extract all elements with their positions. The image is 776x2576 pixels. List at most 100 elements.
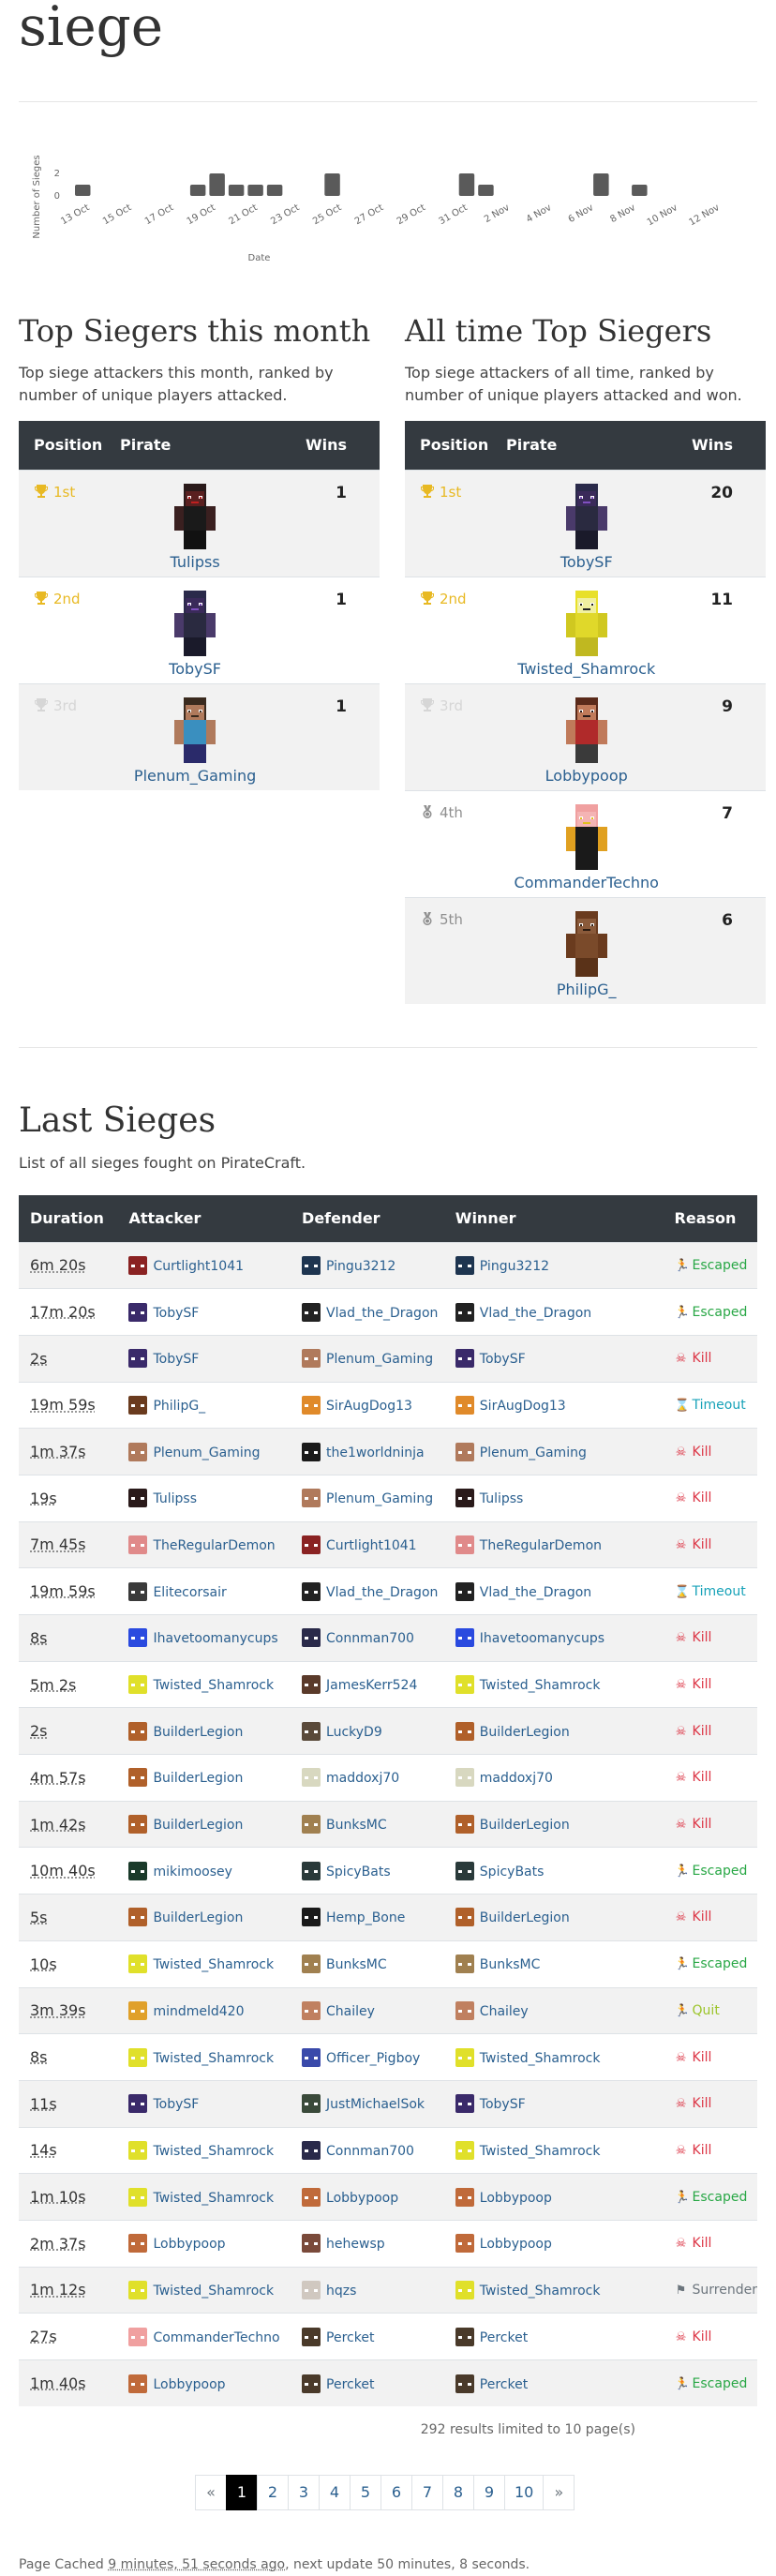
winner-link[interactable]: Twisted_Shamrock: [480, 2284, 601, 2299]
duration[interactable]: 19s: [30, 1490, 57, 1507]
duration[interactable]: 6m 20s: [30, 1256, 86, 1274]
duration[interactable]: 8s: [30, 1629, 48, 1647]
defender-link[interactable]: Hemp_Bone: [326, 1910, 405, 1925]
attacker-link[interactable]: BuilderLegion: [153, 1771, 243, 1786]
duration[interactable]: 2m 37s: [30, 2235, 86, 2253]
attacker-link[interactable]: CommanderTechno: [153, 2330, 279, 2345]
duration[interactable]: 14s: [30, 2141, 57, 2159]
duration[interactable]: 11s: [30, 2095, 57, 2113]
defender-link[interactable]: JamesKerr524: [326, 1678, 417, 1693]
pirate-link[interactable]: CommanderTechno: [515, 874, 659, 891]
attacker-link[interactable]: Plenum_Gaming: [153, 1445, 260, 1460]
defender-link[interactable]: BunksMC: [326, 1957, 387, 1972]
attacker-link[interactable]: mikimoosey: [153, 1865, 232, 1880]
defender-link[interactable]: Plenum_Gaming: [326, 1491, 433, 1506]
duration[interactable]: 19m 59s: [30, 1582, 96, 1600]
defender-link[interactable]: the1worldninja: [326, 1445, 425, 1460]
duration[interactable]: 1m 42s: [30, 1816, 86, 1834]
defender-link[interactable]: Vlad_the_Dragon: [326, 1306, 438, 1321]
pirate-link[interactable]: Twisted_Shamrock: [517, 660, 655, 678]
winner-link[interactable]: Vlad_the_Dragon: [480, 1585, 591, 1600]
winner-link[interactable]: Ihavetoomanycups: [480, 1631, 604, 1646]
defender-link[interactable]: Curtlight1041: [326, 1538, 417, 1553]
pirate-link[interactable]: PhilipG_: [557, 981, 617, 998]
pagination-page[interactable]: 8: [442, 2475, 474, 2510]
attacker-link[interactable]: Ihavetoomanycups: [153, 1631, 277, 1646]
defender-link[interactable]: JustMichaelSok: [326, 2097, 425, 2112]
attacker-link[interactable]: mindmeld420: [153, 2004, 244, 2019]
duration[interactable]: 5s: [30, 1909, 48, 1926]
attacker-link[interactable]: BuilderLegion: [153, 1910, 243, 1925]
attacker-link[interactable]: Lobbypoop: [153, 2377, 225, 2392]
defender-link[interactable]: BunksMC: [326, 1818, 387, 1833]
defender-link[interactable]: Officer_Pigboy: [326, 2051, 420, 2066]
pagination-prev[interactable]: «: [195, 2475, 227, 2510]
defender-link[interactable]: hqzs: [326, 2284, 356, 2299]
defender-link[interactable]: hehewsp: [326, 2237, 385, 2252]
pagination-page[interactable]: 7: [411, 2475, 443, 2510]
attacker-link[interactable]: BuilderLegion: [153, 1725, 243, 1740]
winner-link[interactable]: TheRegularDemon: [480, 1538, 602, 1553]
defender-link[interactable]: Plenum_Gaming: [326, 1352, 433, 1367]
duration[interactable]: 1m 37s: [30, 1443, 86, 1460]
winner-link[interactable]: BuilderLegion: [480, 1818, 570, 1833]
defender-link[interactable]: maddoxj70: [326, 1771, 399, 1786]
duration[interactable]: 3m 39s: [30, 2001, 86, 2019]
duration[interactable]: 10s: [30, 1955, 57, 1973]
duration[interactable]: 1m 12s: [30, 2281, 86, 2299]
duration[interactable]: 10m 40s: [30, 1862, 96, 1880]
duration[interactable]: 2s: [30, 1350, 48, 1368]
winner-link[interactable]: Lobbypoop: [480, 2191, 552, 2206]
duration[interactable]: 4m 57s: [30, 1769, 86, 1787]
defender-link[interactable]: Percket: [326, 2377, 374, 2392]
pagination-page[interactable]: 4: [319, 2475, 351, 2510]
attacker-link[interactable]: Twisted_Shamrock: [153, 2144, 274, 2159]
winner-link[interactable]: Pingu3212: [480, 1259, 549, 1274]
duration[interactable]: 27s: [30, 2328, 57, 2345]
pagination-page[interactable]: 5: [350, 2475, 381, 2510]
pirate-link[interactable]: Tulipss: [170, 553, 219, 571]
winner-link[interactable]: Percket: [480, 2330, 528, 2345]
winner-link[interactable]: BuilderLegion: [480, 1725, 570, 1740]
defender-link[interactable]: SpicyBats: [326, 1865, 391, 1880]
winner-link[interactable]: Twisted_Shamrock: [480, 2051, 601, 2066]
attacker-link[interactable]: Twisted_Shamrock: [153, 1678, 274, 1693]
pagination-page[interactable]: 10: [504, 2475, 545, 2510]
winner-link[interactable]: Tulipss: [480, 1491, 524, 1506]
attacker-link[interactable]: TobySF: [153, 2097, 199, 2112]
winner-link[interactable]: BuilderLegion: [480, 1910, 570, 1925]
winner-link[interactable]: Plenum_Gaming: [480, 1445, 587, 1460]
attacker-link[interactable]: Elitecorsair: [153, 1585, 226, 1600]
pagination-page[interactable]: 6: [381, 2475, 412, 2510]
attacker-link[interactable]: TobySF: [153, 1306, 199, 1321]
defender-link[interactable]: LuckyD9: [326, 1725, 382, 1740]
winner-link[interactable]: TobySF: [480, 2097, 526, 2112]
attacker-link[interactable]: Twisted_Shamrock: [153, 2191, 274, 2206]
attacker-link[interactable]: Lobbypoop: [153, 2237, 225, 2252]
winner-link[interactable]: SirAugDog13: [480, 1399, 566, 1414]
defender-link[interactable]: Chailey: [326, 2004, 375, 2019]
duration[interactable]: 1m 10s: [30, 2188, 86, 2206]
pagination-page[interactable]: 9: [473, 2475, 505, 2510]
attacker-link[interactable]: TobySF: [153, 1352, 199, 1367]
winner-link[interactable]: BunksMC: [480, 1957, 541, 1972]
winner-link[interactable]: Twisted_Shamrock: [480, 1678, 601, 1693]
winner-link[interactable]: Percket: [480, 2377, 528, 2392]
winner-link[interactable]: maddoxj70: [480, 1771, 553, 1786]
pagination-page[interactable]: 3: [288, 2475, 320, 2510]
duration[interactable]: 5m 2s: [30, 1676, 76, 1694]
winner-link[interactable]: Vlad_the_Dragon: [480, 1306, 591, 1321]
attacker-link[interactable]: Twisted_Shamrock: [153, 1957, 274, 1972]
pirate-link[interactable]: TobySF: [560, 553, 613, 571]
attacker-link[interactable]: TheRegularDemon: [153, 1538, 275, 1553]
pirate-link[interactable]: TobySF: [169, 660, 221, 678]
attacker-link[interactable]: BuilderLegion: [153, 1818, 243, 1833]
duration[interactable]: 8s: [30, 2048, 48, 2066]
pirate-link[interactable]: Plenum_Gaming: [134, 767, 256, 785]
winner-link[interactable]: Lobbypoop: [480, 2237, 552, 2252]
pagination-next[interactable]: »: [543, 2475, 575, 2510]
attacker-link[interactable]: Twisted_Shamrock: [153, 2284, 274, 2299]
duration[interactable]: 2s: [30, 1722, 48, 1740]
defender-link[interactable]: Vlad_the_Dragon: [326, 1585, 438, 1600]
pagination-page[interactable]: 2: [257, 2475, 289, 2510]
